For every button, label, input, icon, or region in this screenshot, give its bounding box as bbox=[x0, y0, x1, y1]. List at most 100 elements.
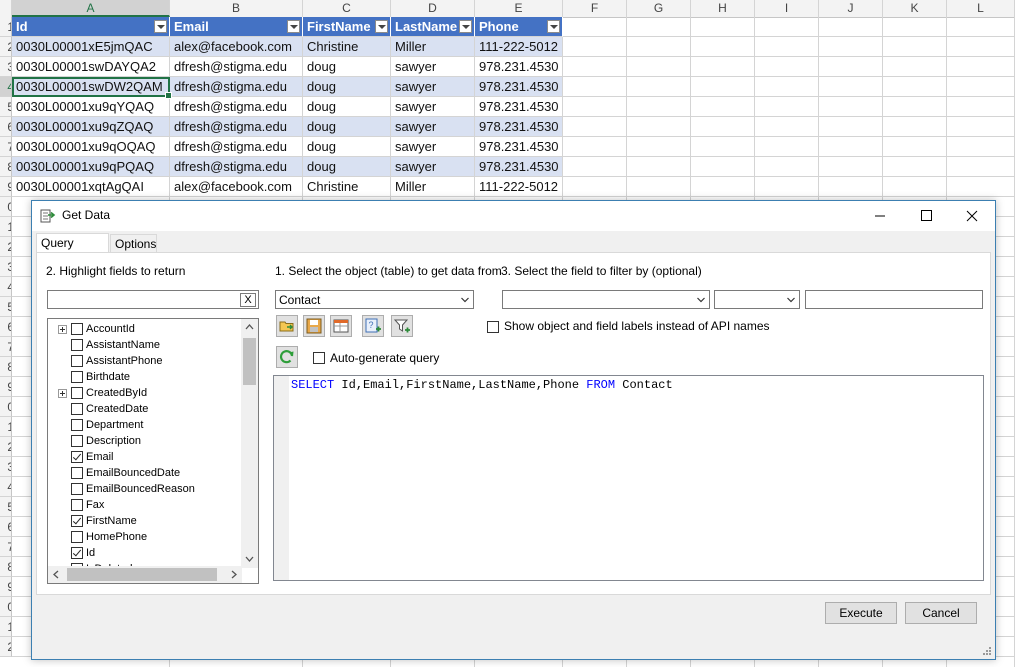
empty-cell[interactable] bbox=[883, 117, 947, 137]
empty-cell[interactable] bbox=[755, 77, 819, 97]
empty-cell[interactable] bbox=[947, 37, 1015, 57]
row-header[interactable]: 0 bbox=[0, 197, 12, 217]
minimize-button[interactable] bbox=[857, 201, 903, 231]
empty-cell[interactable] bbox=[947, 97, 1015, 117]
row-header[interactable]: 1 bbox=[0, 617, 12, 637]
save-query-button[interactable] bbox=[303, 315, 325, 337]
maximize-button[interactable] bbox=[903, 201, 949, 231]
row-header[interactable]: 8 bbox=[0, 557, 12, 577]
empty-cell[interactable] bbox=[627, 177, 691, 197]
table-cell[interactable]: 0030L00001xu9qZQAQ bbox=[12, 117, 170, 137]
table-cell[interactable]: 0030L00001xu9qYQAQ bbox=[12, 97, 170, 117]
table-cell[interactable]: 0030L00001swDAYQA2 bbox=[12, 57, 170, 77]
row-header[interactable]: 0 bbox=[0, 597, 12, 617]
empty-cell[interactable] bbox=[691, 177, 755, 197]
empty-cell[interactable] bbox=[755, 137, 819, 157]
filter-dropdown-icon[interactable] bbox=[375, 20, 388, 33]
table-cell[interactable]: 978.231.4530 bbox=[475, 97, 563, 117]
resize-grip-icon[interactable] bbox=[982, 646, 992, 656]
field-checkbox[interactable] bbox=[71, 531, 83, 543]
table-header-cell[interactable]: Phone bbox=[475, 17, 563, 37]
open-query-button[interactable] bbox=[276, 315, 298, 337]
column-header-e[interactable]: E bbox=[475, 0, 563, 17]
empty-cell[interactable] bbox=[627, 37, 691, 57]
empty-cell[interactable] bbox=[947, 117, 1015, 137]
row-header[interactable]: 0 bbox=[0, 397, 12, 417]
clear-search-button[interactable]: X bbox=[240, 293, 256, 307]
empty-cell[interactable] bbox=[819, 157, 883, 177]
column-header-h[interactable]: H bbox=[691, 0, 755, 17]
field-checkbox[interactable] bbox=[71, 323, 83, 335]
empty-cell[interactable] bbox=[691, 157, 755, 177]
field-checkbox[interactable] bbox=[71, 339, 83, 351]
empty-cell[interactable] bbox=[755, 17, 819, 37]
row-header[interactable]: 3 bbox=[0, 57, 12, 77]
empty-cell[interactable] bbox=[947, 77, 1015, 97]
row-header[interactable]: 7 bbox=[0, 137, 12, 157]
table-header-cell[interactable]: Email bbox=[170, 17, 303, 37]
row-header[interactable]: 7 bbox=[0, 537, 12, 557]
table-cell[interactable]: doug bbox=[303, 137, 391, 157]
table-cell[interactable]: doug bbox=[303, 117, 391, 137]
empty-cell[interactable] bbox=[563, 117, 627, 137]
empty-cell[interactable] bbox=[819, 17, 883, 37]
field-checkbox[interactable] bbox=[71, 451, 83, 463]
table-cell[interactable]: alex@facebook.com bbox=[170, 37, 303, 57]
row-header[interactable]: 6 bbox=[0, 517, 12, 537]
empty-cell[interactable] bbox=[627, 97, 691, 117]
table-cell[interactable]: Christine bbox=[303, 37, 391, 57]
tab-options[interactable]: Options bbox=[110, 234, 157, 252]
empty-cell[interactable] bbox=[563, 137, 627, 157]
empty-cell[interactable] bbox=[691, 57, 755, 77]
column-header-j[interactable]: J bbox=[819, 0, 883, 17]
select-all-corner[interactable] bbox=[0, 0, 12, 17]
dialog-titlebar[interactable]: Get Data bbox=[32, 201, 995, 231]
table-cell[interactable]: dfresh@stigma.edu bbox=[170, 57, 303, 77]
column-header-l[interactable]: L bbox=[947, 0, 1015, 17]
column-header-a[interactable]: A bbox=[12, 0, 170, 17]
field-list-horizontal-scrollbar[interactable] bbox=[48, 566, 242, 583]
table-cell[interactable]: sawyer bbox=[391, 57, 475, 77]
empty-cell[interactable] bbox=[563, 177, 627, 197]
empty-cell[interactable] bbox=[947, 57, 1015, 77]
field-checkbox[interactable] bbox=[71, 403, 83, 415]
empty-cell[interactable] bbox=[883, 57, 947, 77]
table-cell[interactable]: Miller bbox=[391, 37, 475, 57]
table-cell[interactable]: 0030L00001xqtAgQAI bbox=[12, 177, 170, 197]
empty-cell[interactable] bbox=[947, 17, 1015, 37]
cancel-button[interactable]: Cancel bbox=[905, 602, 977, 624]
empty-cell[interactable] bbox=[563, 97, 627, 117]
empty-cell[interactable] bbox=[883, 77, 947, 97]
empty-cell[interactable] bbox=[755, 97, 819, 117]
query-editor[interactable]: SELECT Id,Email,FirstName,LastName,Phone… bbox=[273, 375, 984, 581]
empty-cell[interactable] bbox=[883, 97, 947, 117]
empty-cell[interactable] bbox=[627, 137, 691, 157]
empty-cell[interactable] bbox=[947, 157, 1015, 177]
table-cell[interactable]: 111-222-5012 bbox=[475, 37, 563, 57]
tab-query-builder[interactable]: Query Builder bbox=[36, 233, 109, 268]
filter-field-select[interactable] bbox=[502, 290, 710, 309]
row-header[interactable]: 5 bbox=[0, 297, 12, 317]
row-header[interactable]: 7 bbox=[0, 337, 12, 357]
filter-dropdown-icon[interactable] bbox=[547, 20, 560, 33]
empty-cell[interactable] bbox=[563, 37, 627, 57]
object-select[interactable]: Contact bbox=[275, 290, 474, 309]
table-cell[interactable]: 978.231.4530 bbox=[475, 77, 563, 97]
empty-cell[interactable] bbox=[883, 17, 947, 37]
field-checkbox[interactable] bbox=[71, 515, 83, 527]
row-header[interactable]: 9 bbox=[0, 577, 12, 597]
expand-plus-icon[interactable] bbox=[58, 389, 67, 398]
field-checkbox[interactable] bbox=[71, 371, 83, 383]
row-header[interactable]: 6 bbox=[0, 317, 12, 337]
empty-cell[interactable] bbox=[947, 137, 1015, 157]
filter-operator-select[interactable] bbox=[714, 290, 800, 309]
show-labels-checkbox[interactable] bbox=[487, 321, 499, 333]
row-header[interactable]: 2 bbox=[0, 37, 12, 57]
table-cell[interactable]: doug bbox=[303, 97, 391, 117]
refresh-query-button[interactable] bbox=[276, 346, 298, 368]
table-cell[interactable]: 978.231.4530 bbox=[475, 117, 563, 137]
table-cell[interactable]: 978.231.4530 bbox=[475, 137, 563, 157]
filter-value-input[interactable] bbox=[805, 290, 983, 309]
column-header-g[interactable]: G bbox=[627, 0, 691, 17]
row-header[interactable]: 1 bbox=[0, 17, 12, 37]
